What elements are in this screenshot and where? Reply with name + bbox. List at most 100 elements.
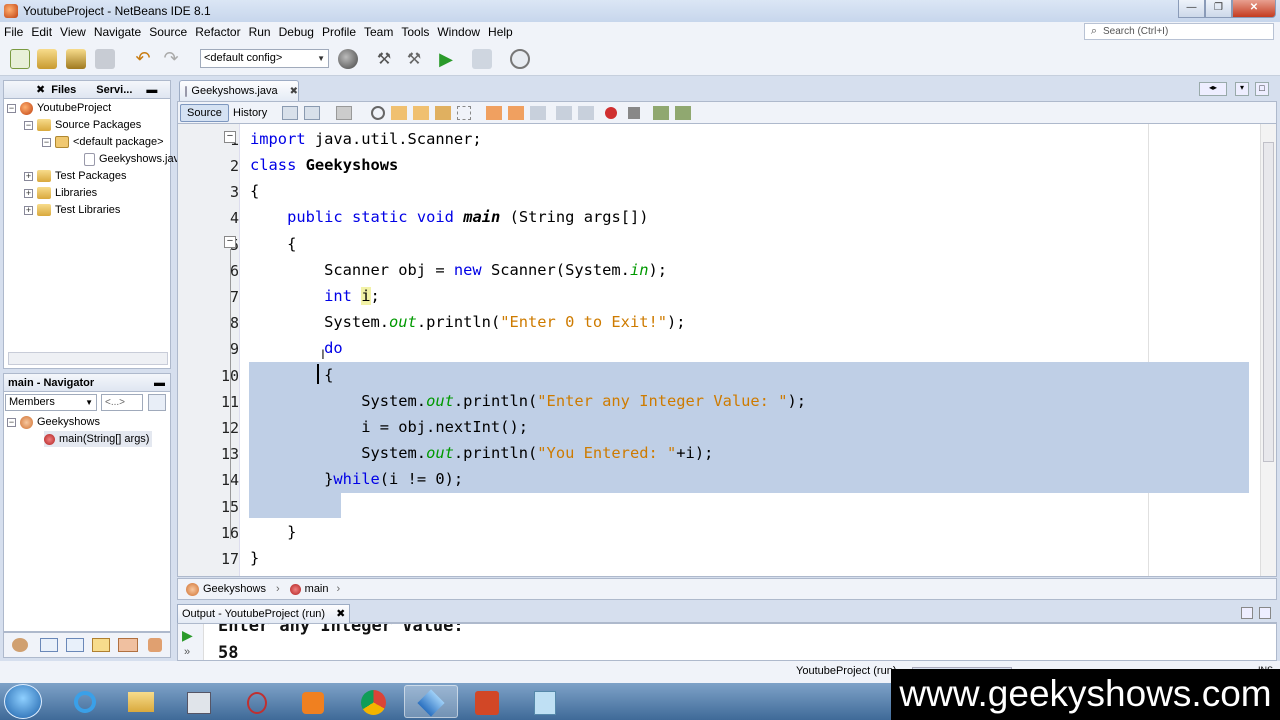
save-all-icon[interactable] [95,49,115,69]
tree-item-test-libraries[interactable]: + Test Libraries [24,202,120,218]
expand-icon[interactable]: + [24,171,33,181]
menu-run[interactable]: Run [245,25,275,39]
next-bookmark-icon[interactable] [508,106,524,120]
menu-help[interactable]: Help [484,25,517,39]
new-file-icon[interactable] [10,49,30,69]
restore-button[interactable]: ❐ [1205,0,1232,18]
collapse-icon[interactable]: − [7,103,16,113]
menu-view[interactable]: View [56,25,90,39]
menu-file[interactable]: File [0,25,27,39]
palette-icon[interactable] [12,638,28,652]
notepad-icon[interactable] [518,685,572,718]
expand-icon[interactable]: + [24,188,33,198]
tab-geekyshows-java[interactable]: Geekyshows.java ✖ [179,80,299,101]
minimize-panel-icon[interactable] [1259,607,1271,619]
minimize-button[interactable]: — [1178,0,1205,18]
rect-select-icon[interactable] [457,106,471,120]
navigator-filter-select[interactable]: Members ▼ [5,394,97,411]
tree-item-libraries[interactable]: + Libraries [24,185,97,201]
tree-item-source-packages[interactable]: − Source Packages [24,117,141,133]
ie-icon[interactable] [58,685,112,718]
component-icon[interactable] [118,638,138,652]
minimize-panel-icon[interactable]: ▬ [154,377,165,389]
close-window-button[interactable]: ✕ [1232,0,1276,18]
prev-bookmark-icon[interactable] [486,106,502,120]
open-project-icon[interactable] [66,49,86,69]
expand-icon[interactable]: » [184,646,190,658]
tab-list-icon[interactable]: ▾ [1235,82,1249,96]
tab-history[interactable]: History [226,104,274,122]
start-button-icon[interactable] [4,684,42,719]
breadcrumb-class[interactable]: Geekyshows [203,583,266,595]
globe-icon[interactable] [338,49,358,69]
menu-team[interactable]: Team [360,25,397,39]
layout-icon[interactable] [40,638,58,652]
media-player-icon[interactable] [286,685,340,718]
tree-item-default-package[interactable]: − <default package> [42,134,164,150]
tree-item-project[interactable]: − YoutubeProject [7,100,111,116]
tab-scroll-icon[interactable]: ◂▸ [1199,82,1227,96]
run-icon[interactable]: ▶ [436,49,456,69]
horizontal-scrollbar[interactable] [8,352,168,365]
scrollbar-thumb[interactable] [1263,142,1274,462]
maximize-icon[interactable]: □ [1255,82,1269,96]
collapse-icon[interactable]: − [24,120,33,130]
tab-services[interactable]: Servi... [96,84,132,96]
collapse-icon[interactable]: − [42,137,51,147]
tab-source[interactable]: Source [180,104,229,122]
menu-debug[interactable]: Debug [275,25,318,39]
debug-icon[interactable] [472,49,492,69]
menu-tools[interactable]: Tools [397,25,433,39]
forward-icon[interactable] [336,106,352,120]
netbeans-task-icon[interactable] [404,685,458,718]
collapse-icon[interactable]: − [7,417,16,427]
close-tab-icon[interactable]: ✖ [290,86,298,97]
navigator-class-item[interactable]: − Geekyshows [7,414,100,430]
tab-output[interactable]: Output - YoutubeProject (run) ✖ [177,604,351,623]
back-icon[interactable] [304,106,320,120]
menu-profile[interactable]: Profile [318,25,360,39]
menu-source[interactable]: Source [145,25,191,39]
record-macro-icon[interactable] [605,107,617,119]
toggle-highlight-icon[interactable] [435,106,451,120]
hammer-icon[interactable]: ⚒ [374,49,394,69]
shift-left-icon[interactable] [556,106,572,120]
rerun-icon[interactable]: ▶ [182,627,193,644]
close-tab-icon[interactable]: ✖ [336,608,345,620]
restore-panel-icon[interactable] [1241,607,1253,619]
folder-icon[interactable] [92,638,110,652]
clean-build-icon[interactable]: ⚒ [404,49,424,69]
powerpoint-icon[interactable] [460,685,514,718]
menu-refactor[interactable]: Refactor [191,25,244,39]
redo-icon[interactable]: ↷ [161,49,181,69]
split-icon[interactable] [66,638,84,652]
last-edit-icon[interactable] [282,106,298,120]
stop-macro-icon[interactable] [628,107,640,119]
tab-files[interactable]: Files [51,84,76,96]
snipping-tool-icon[interactable] [230,685,284,718]
find-icon[interactable] [371,106,385,120]
new-project-icon[interactable] [37,49,57,69]
menu-window[interactable]: Window [433,25,484,39]
profile-icon[interactable] [510,49,530,69]
filter-options-icon[interactable] [148,394,166,411]
expand-icon[interactable]: + [24,205,33,215]
tree-item-java-file[interactable]: Geekyshows.java [84,151,185,167]
toggle-bookmark-icon[interactable] [530,106,546,120]
navigator-filter2-select[interactable]: <...> [101,394,143,411]
fold-toggle-icon[interactable]: − [224,236,236,248]
breadcrumb-method[interactable]: main [305,583,329,595]
chrome-icon[interactable] [346,685,400,718]
menu-navigate[interactable]: Navigate [90,25,145,39]
books-icon[interactable] [172,685,226,718]
navigator-method-item[interactable]: main(String[] args) [44,431,153,447]
code-editor[interactable]: 1 2 3 4 5 6 7 8 9 10 11 12 13 14 15 16 1… [177,124,1277,577]
explorer-icon[interactable] [114,685,168,718]
comment-icon[interactable] [653,106,669,120]
find-prev-icon[interactable] [391,106,407,120]
find-next-icon[interactable] [413,106,429,120]
config-select[interactable]: <default config> ▼ [200,49,329,68]
fold-toggle-icon[interactable]: − [224,131,236,143]
close-icon[interactable]: ✖ [36,83,45,96]
uncomment-icon[interactable] [675,106,691,120]
